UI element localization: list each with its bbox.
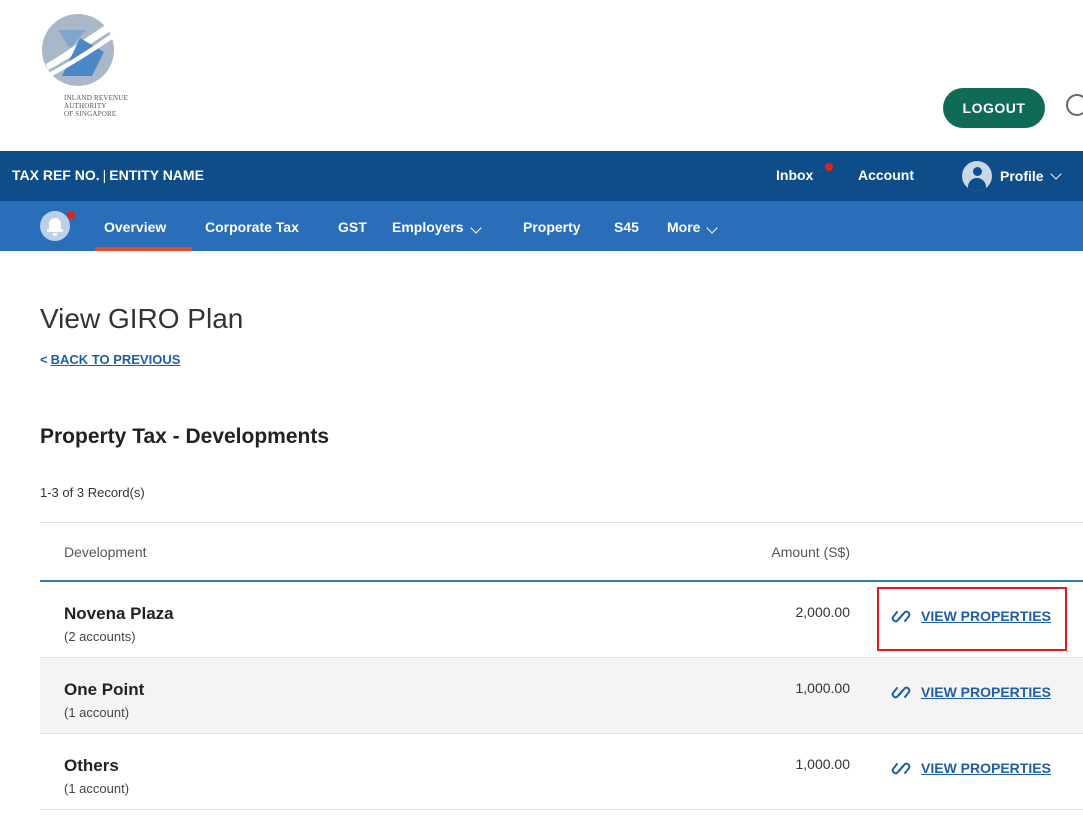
table-header: Development Amount (S$)	[40, 522, 1083, 582]
records-count: 1-3 of 3 Record(s)	[40, 485, 145, 500]
section-title: Property Tax - Developments	[40, 425, 330, 448]
logo-caption: INLAND REVENUE AUTHORITY OF SINGAPORE	[64, 94, 164, 118]
column-header-development: Development	[64, 544, 147, 560]
logo-line-1: INLAND REVENUE	[64, 94, 129, 102]
iras-logo[interactable]: INLAND REVENUE AUTHORITY OF SINGAPORE	[40, 12, 160, 132]
nav-active-indicator	[95, 247, 192, 251]
notification-dot	[67, 211, 75, 219]
entity-separator: |	[102, 167, 107, 183]
page-title: View GIRO Plan	[40, 303, 244, 334]
amount-value: 1,000.00	[795, 756, 851, 772]
bell-icon[interactable]	[40, 211, 70, 241]
development-name: One Point	[64, 680, 145, 699]
table-row: Others (1 account) 1,000.00 VIEW PROPERT…	[40, 734, 1083, 810]
view-properties-link[interactable]: VIEW PROPERTIES	[889, 606, 1051, 626]
nav-item-overview[interactable]: Overview	[104, 219, 166, 235]
nav-item-more[interactable]: More	[667, 219, 719, 235]
logo-line-3: OF SINGAPORE	[64, 110, 117, 118]
entity-info: TAX REF NO. | ENTITY NAME	[12, 167, 204, 183]
logout-button[interactable]: LOGOUT	[943, 88, 1045, 128]
avatar-icon	[962, 161, 992, 191]
view-properties-label: VIEW PROPERTIES	[921, 684, 1051, 700]
view-properties-label: VIEW PROPERTIES	[921, 760, 1051, 776]
account-link[interactable]: Account	[858, 167, 914, 183]
nav-item-gst[interactable]: GST	[338, 219, 367, 235]
nav-item-property[interactable]: Property	[523, 219, 581, 235]
tax-ref-label: TAX REF NO.	[12, 167, 100, 183]
account-count: (1 account)	[64, 781, 130, 796]
iras-logo-mark-icon	[42, 14, 114, 86]
back-chevron-icon: <	[40, 352, 48, 367]
link-icon	[891, 762, 911, 775]
account-count: (1 account)	[64, 705, 130, 720]
amount-value: 1,000.00	[795, 680, 851, 696]
chevron-down-icon	[469, 222, 482, 234]
view-properties-link[interactable]: VIEW PROPERTIES	[889, 682, 1051, 702]
development-name: Others	[64, 756, 119, 775]
profile-label: Profile	[1000, 168, 1044, 184]
site-header: INLAND REVENUE AUTHORITY OF SINGAPORE LO…	[0, 0, 1083, 151]
back-to-previous-link[interactable]: < BACK TO PREVIOUS	[40, 352, 180, 367]
developments-table: Development Amount (S$) Novena Plaza (2 …	[40, 522, 1083, 810]
amount-value: 2,000.00	[795, 604, 851, 620]
table-row: One Point (1 account) 1,000.00 VIEW PROP…	[40, 658, 1083, 734]
chevron-down-icon	[706, 222, 719, 234]
chevron-down-icon	[1049, 168, 1062, 180]
link-icon	[891, 686, 911, 699]
development-name: Novena Plaza	[64, 604, 174, 623]
back-link-label: BACK TO PREVIOUS	[50, 352, 181, 367]
nav-item-corporate-tax[interactable]: Corporate Tax	[205, 219, 299, 235]
nav-item-s45[interactable]: S45	[614, 219, 639, 235]
entity-name: ENTITY NAME	[109, 167, 204, 183]
nav-item-more-label: More	[667, 219, 701, 235]
account-bar: TAX REF NO. | ENTITY NAME Inbox Account Pr…	[0, 151, 1083, 201]
inbox-notification-dot	[825, 163, 833, 171]
table-row: Novena Plaza (2 accounts) 2,000.00 VIEW …	[40, 582, 1083, 658]
main-nav: Overview Corporate Tax GST Employers Pro…	[0, 201, 1083, 251]
view-properties-label: VIEW PROPERTIES	[921, 608, 1051, 624]
account-count: (2 accounts)	[64, 629, 136, 644]
profile-menu[interactable]: Profile	[962, 160, 1062, 192]
nav-item-employers-label: Employers	[392, 219, 464, 235]
search-icon[interactable]	[1066, 94, 1083, 116]
view-properties-link[interactable]: VIEW PROPERTIES	[889, 758, 1051, 778]
logo-line-2: AUTHORITY	[64, 102, 107, 110]
inbox-link[interactable]: Inbox	[776, 167, 813, 183]
nav-item-employers[interactable]: Employers	[392, 219, 482, 235]
link-icon	[891, 610, 911, 623]
column-header-amount: Amount (S$)	[771, 544, 850, 560]
